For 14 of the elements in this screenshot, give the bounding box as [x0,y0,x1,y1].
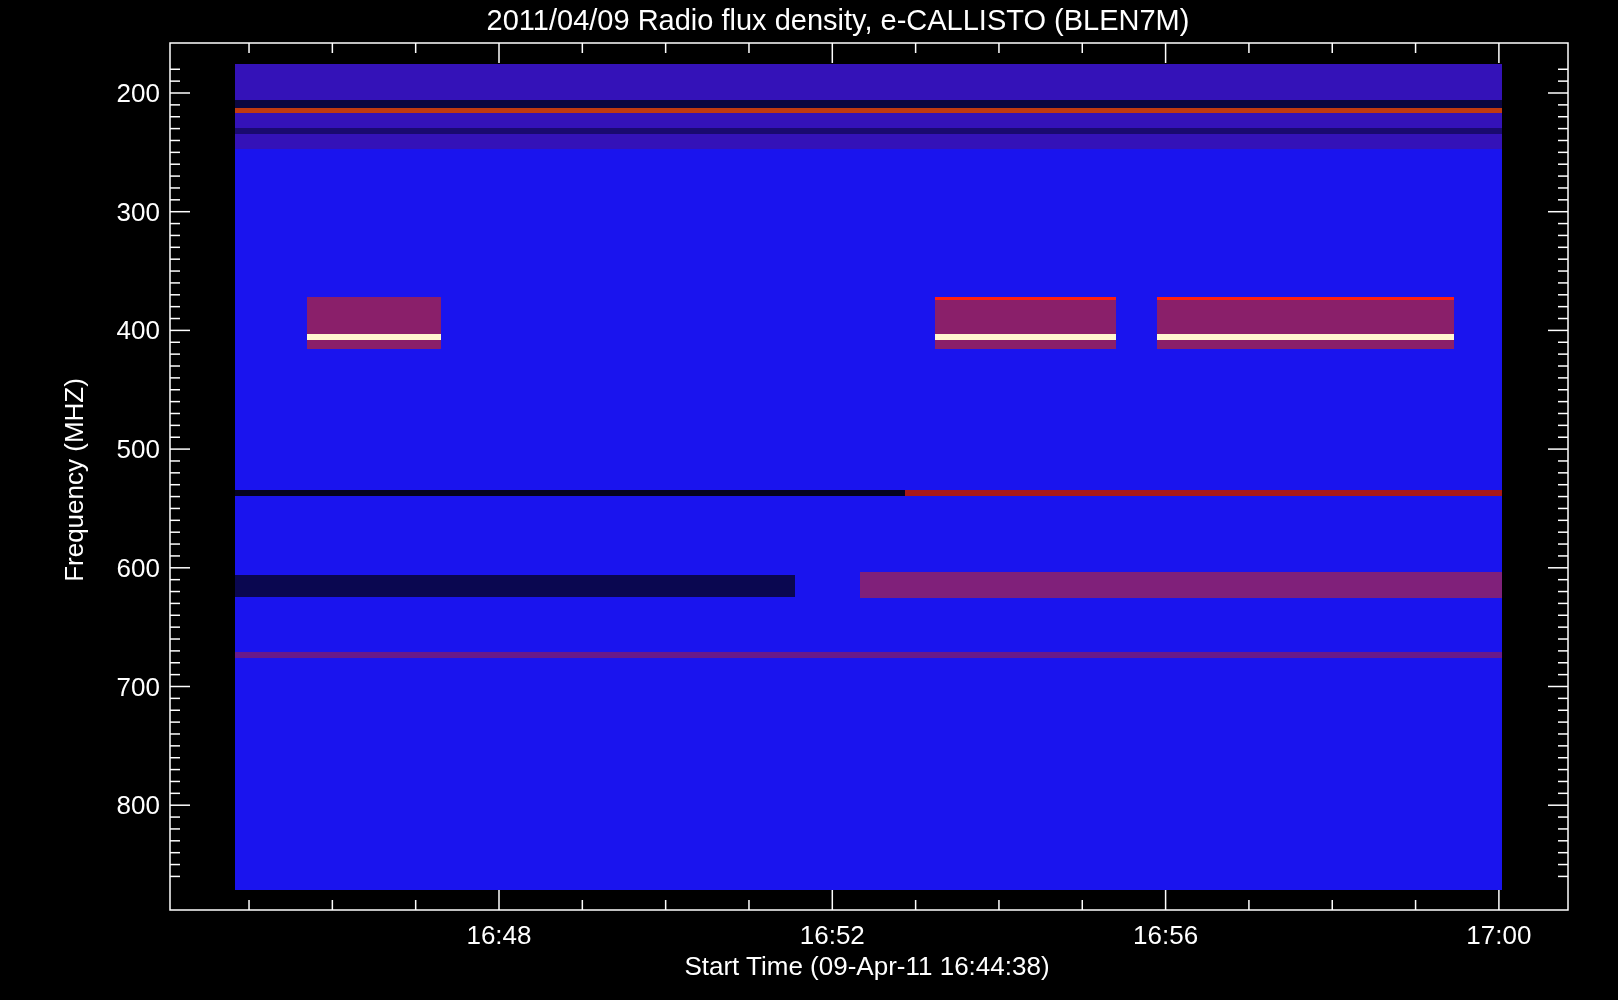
axis-tick-label: 16:48 [466,920,532,950]
axis-title: Start Time (09-Apr-11 16:44:38) [684,951,1050,981]
axis-tick-label: 16:56 [1133,920,1199,950]
axis-tick-label: 16:52 [799,920,865,950]
chart-title: 2011/04/09 Radio flux density, e-CALLISTO (BLEN7M) [486,4,1190,36]
axis-tick-label: 700 [116,671,160,702]
axis-title: Frequency (MHZ) [59,378,89,582]
axis-tick-label: 400 [116,315,160,346]
axis-tick-label: 300 [116,196,160,227]
axis-tick-label: 17:00 [1466,920,1532,950]
axis-tick-label: 500 [116,434,160,465]
axis-tick-label: 200 [116,78,160,108]
axis-tick-label: 600 [116,552,160,583]
axis-tick-label: 800 [116,790,160,821]
